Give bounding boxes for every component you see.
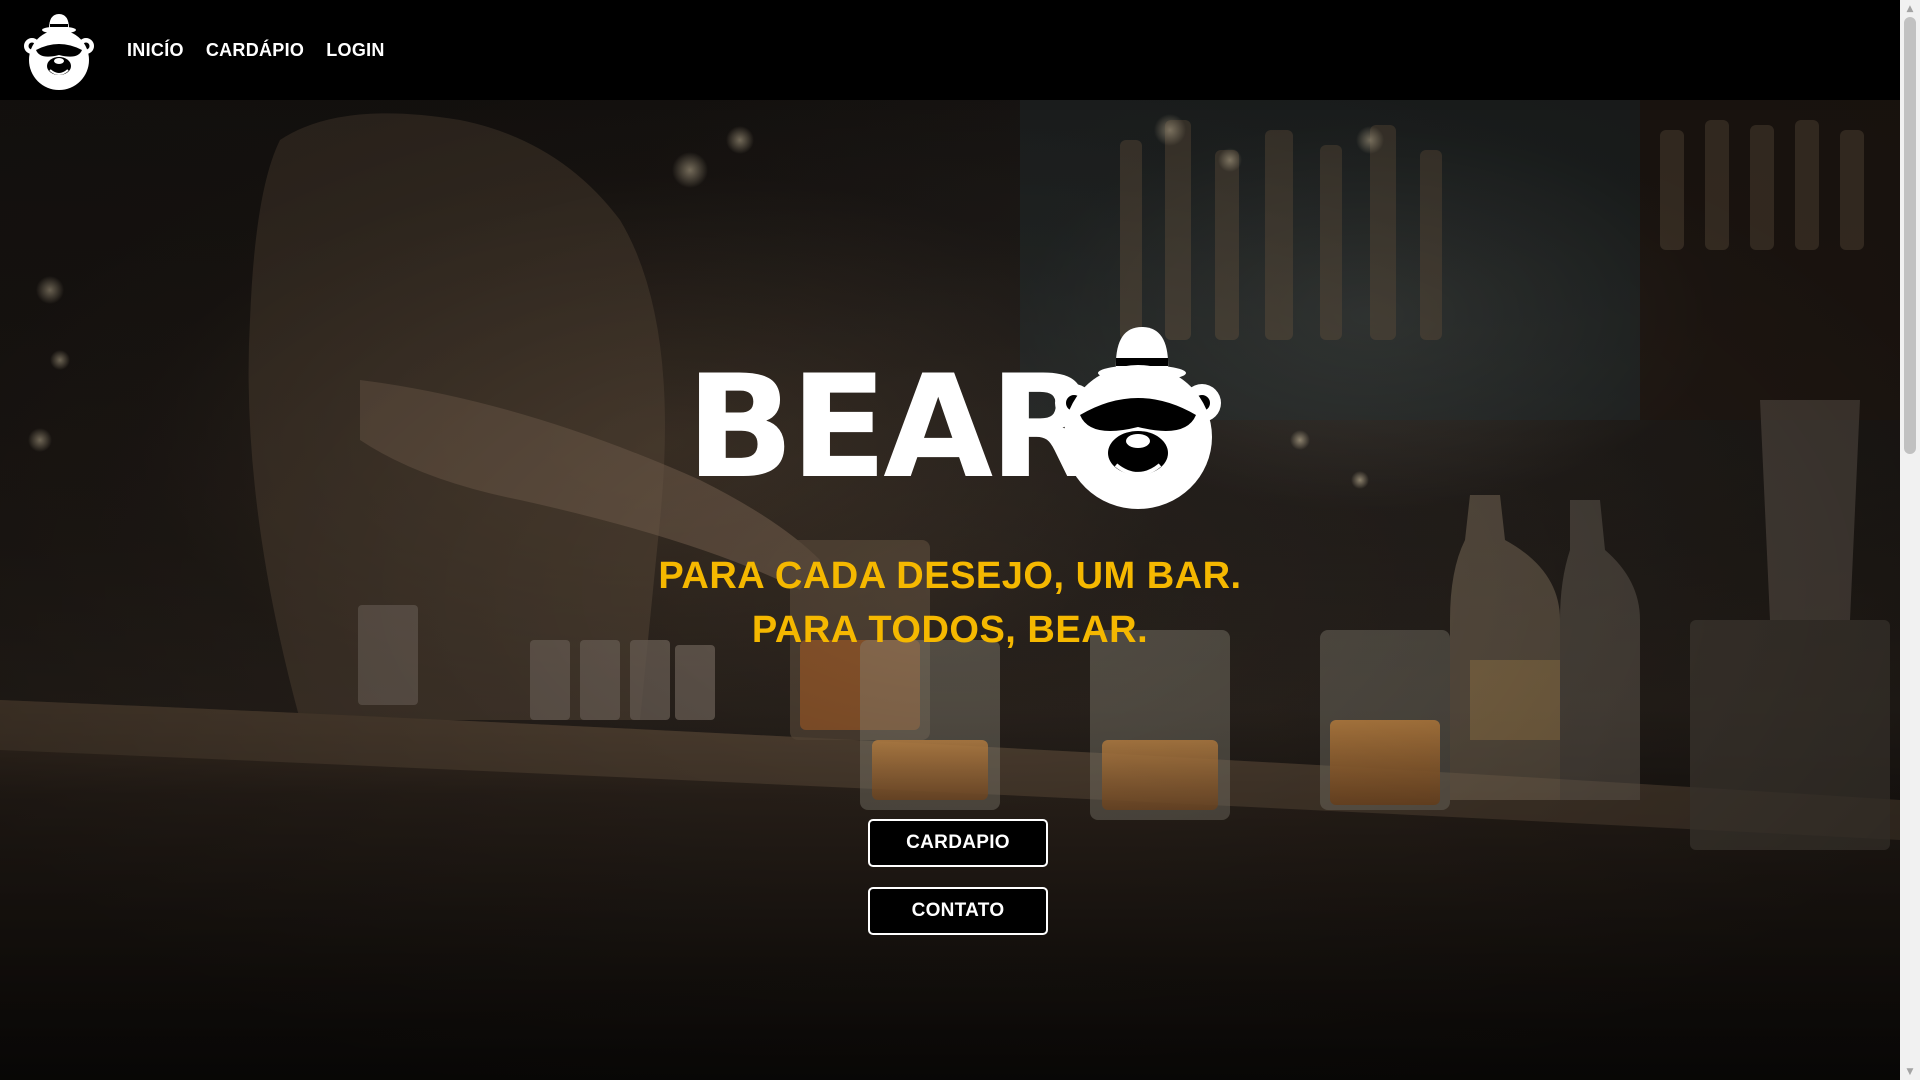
brand-title: BEAR xyxy=(686,345,1098,510)
brand-bear-svg xyxy=(1055,327,1221,509)
vertical-scrollbar[interactable]: ▲ ▼ xyxy=(1900,0,1920,1080)
bear-logo-icon xyxy=(1052,315,1222,510)
scroll-down-icon[interactable]: ▼ xyxy=(1900,1063,1920,1080)
bear-logo-icon[interactable] xyxy=(23,8,95,92)
brand-logo: BEAR xyxy=(686,315,1236,515)
nav-link-cardapio[interactable]: CARDÁPIO xyxy=(206,40,304,61)
hero-content: BEAR PARA CADA DESEJO, UM BAR. PARA TODO… xyxy=(0,100,1900,1080)
page: INICÍO CARDÁPIO LOGIN BEAR PARA CADA DES… xyxy=(0,0,1920,1080)
nav-link-inicio[interactable]: INICÍO xyxy=(127,40,184,61)
nav-menu: INICÍO CARDÁPIO LOGIN xyxy=(127,40,385,61)
nav-link-login[interactable]: LOGIN xyxy=(326,40,385,61)
scroll-up-icon[interactable]: ▲ xyxy=(1900,0,1920,17)
navbar: INICÍO CARDÁPIO LOGIN xyxy=(0,0,1900,100)
tagline-line-2: PARA TODOS, BEAR. xyxy=(751,609,1149,651)
contato-button[interactable]: CONTATO xyxy=(868,887,1048,935)
hero-section: BEAR PARA CADA DESEJO, UM BAR. PARA TODO… xyxy=(0,100,1900,1080)
cardapio-button[interactable]: CARDAPIO xyxy=(868,819,1048,867)
bear-logo-svg xyxy=(24,14,94,90)
tagline-line-1: PARA CADA DESEJO, UM BAR. xyxy=(658,555,1242,597)
scrollbar-thumb[interactable] xyxy=(1904,17,1916,454)
